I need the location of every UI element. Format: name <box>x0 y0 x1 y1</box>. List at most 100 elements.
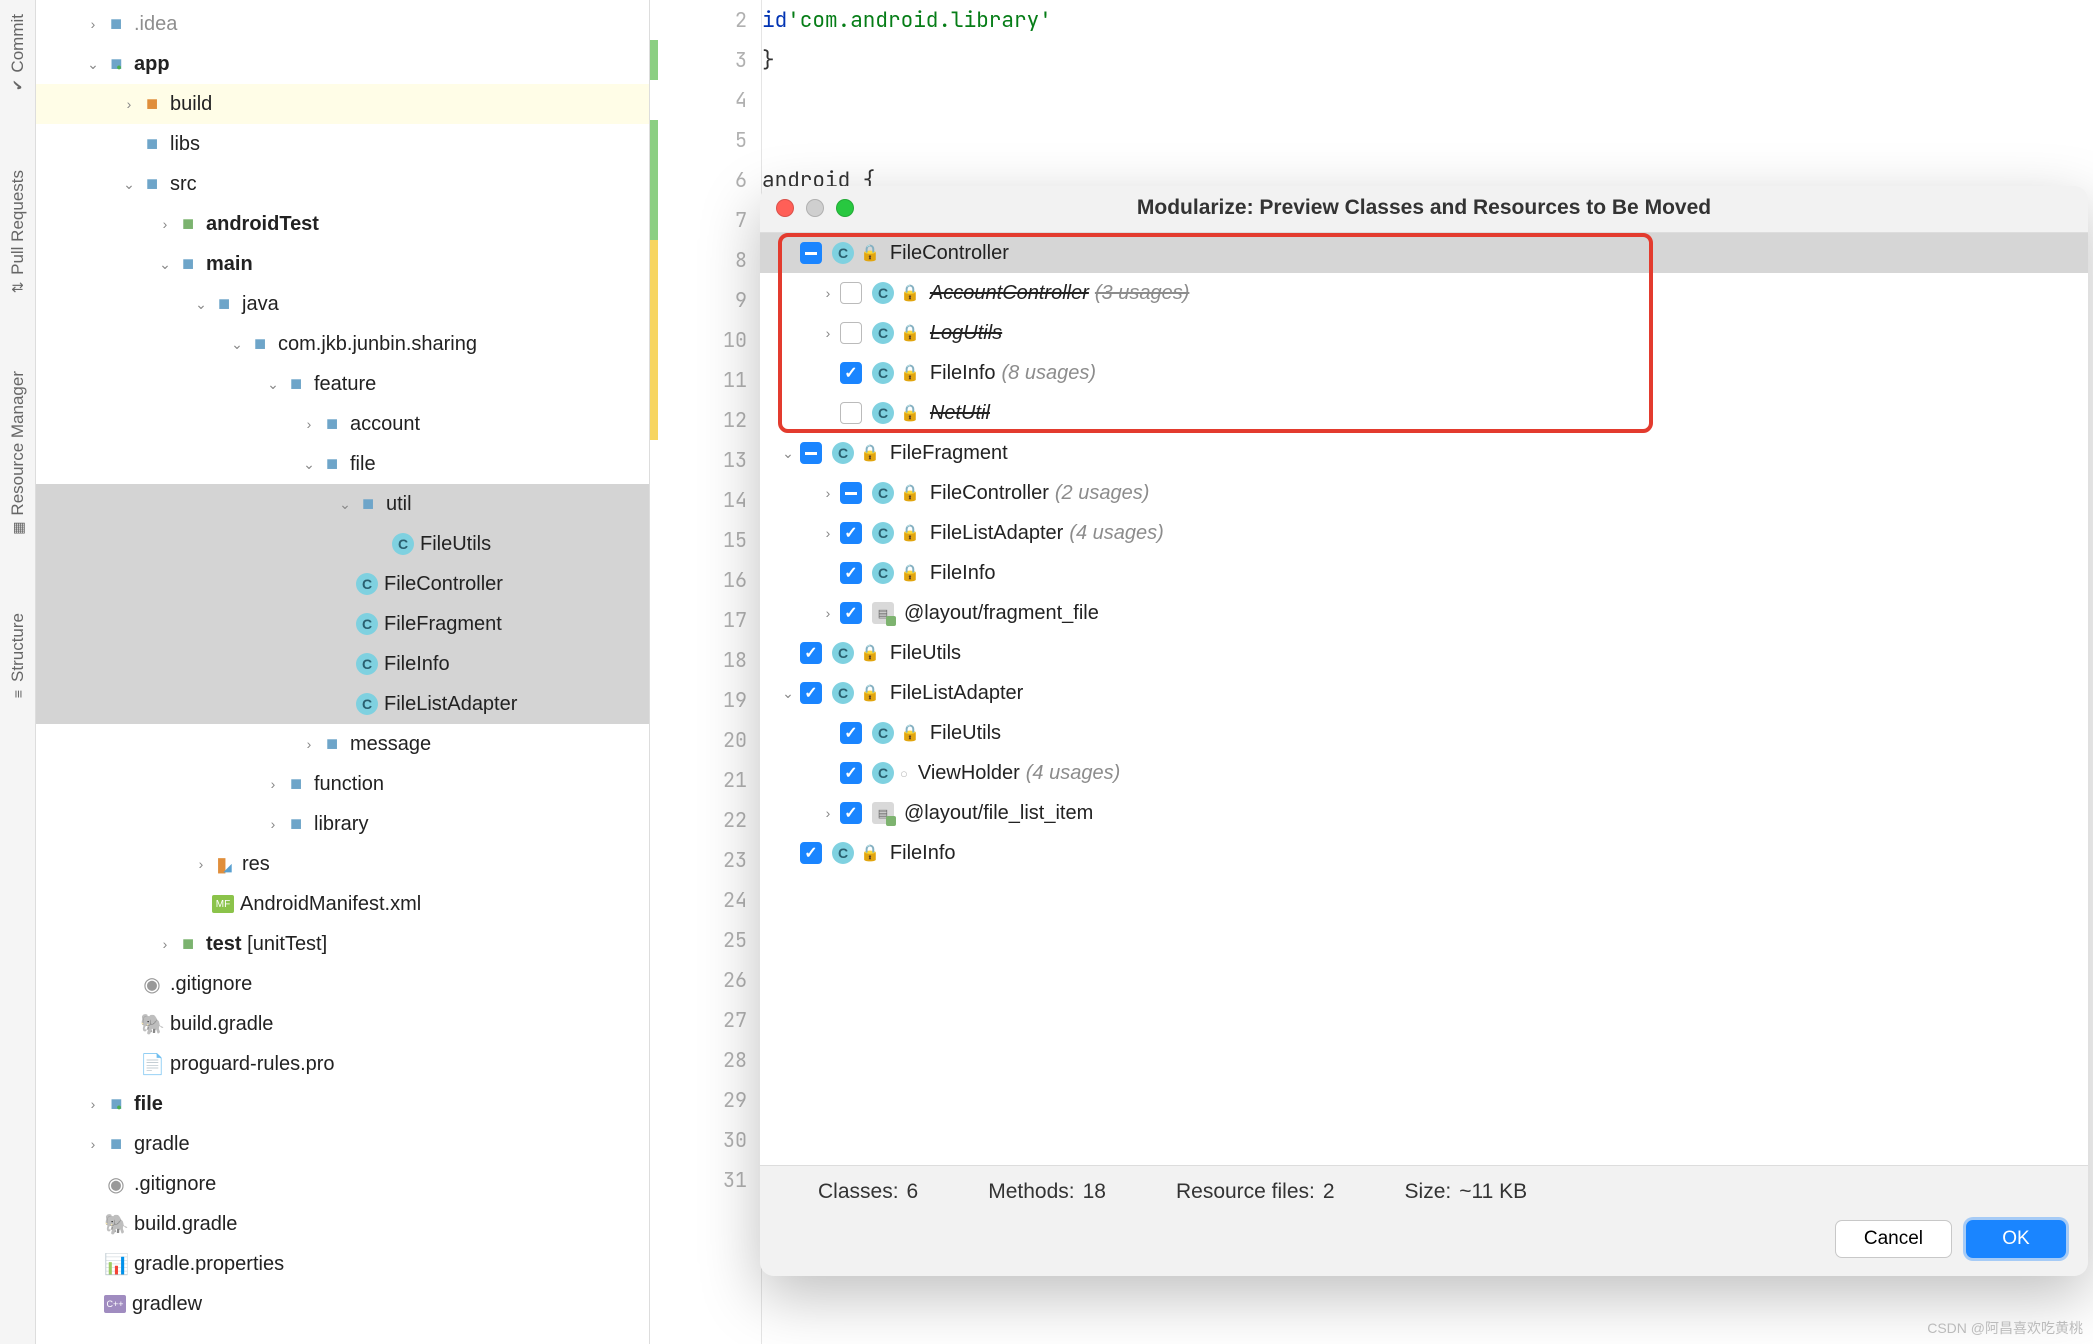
expand-icon[interactable]: ⌄ <box>298 456 320 473</box>
gutter-line[interactable]: 27 <box>723 1000 747 1040</box>
dialog-row[interactable]: ›✓▤@layout/fragment_file <box>760 593 2088 633</box>
tree-row[interactable]: ◉.gitignore <box>36 964 649 1004</box>
gutter-line[interactable]: 20 <box>723 720 747 760</box>
tree-row[interactable]: ◉.gitignore <box>36 1164 649 1204</box>
expand-icon[interactable]: › <box>154 936 176 952</box>
tree-row[interactable]: ■libs <box>36 124 649 164</box>
expand-icon[interactable]: › <box>298 416 320 432</box>
tab-pull-requests[interactable]: ⇅Pull Requests <box>5 162 31 304</box>
expand-icon[interactable]: › <box>262 776 284 792</box>
checkbox[interactable]: ✓ <box>840 522 862 544</box>
tree-row[interactable]: C++gradlew <box>36 1284 649 1324</box>
checkbox[interactable] <box>840 402 862 424</box>
expand-icon[interactable]: ⌄ <box>334 496 356 513</box>
tree-row[interactable]: ⌄■main <box>36 244 649 284</box>
expand-icon[interactable]: ⌄ <box>776 685 800 702</box>
project-tree[interactable]: ›■.idea⌄■●app›■build■libs⌄■src›■androidT… <box>36 0 650 1344</box>
tree-row[interactable]: ⌄■java <box>36 284 649 324</box>
tree-row[interactable]: 🐘build.gradle <box>36 1204 649 1244</box>
gutter-line[interactable]: 28 <box>723 1040 747 1080</box>
checkbox[interactable]: ✓ <box>840 562 862 584</box>
tree-row[interactable]: CFileController <box>36 564 649 604</box>
expand-icon[interactable]: › <box>816 525 840 541</box>
tree-row[interactable]: 📄proguard-rules.pro <box>36 1044 649 1084</box>
expand-icon[interactable]: › <box>298 736 320 752</box>
gutter-line[interactable]: 2 <box>735 0 747 40</box>
tree-row[interactable]: ›■account <box>36 404 649 444</box>
tree-row[interactable]: MFAndroidManifest.xml <box>36 884 649 924</box>
gutter-line[interactable]: 6 <box>735 160 747 200</box>
gutter-line[interactable]: 5 <box>735 120 747 160</box>
gutter-line[interactable]: 30 <box>723 1120 747 1160</box>
checkbox[interactable] <box>800 442 822 464</box>
dialog-tree[interactable]: C🔒FileController›C🔒AccountController(3 u… <box>760 232 2088 1165</box>
gutter-line[interactable]: 26 <box>723 960 747 1000</box>
checkbox[interactable]: ✓ <box>800 682 822 704</box>
expand-icon[interactable]: › <box>816 605 840 621</box>
tree-row[interactable]: ›■●file <box>36 1084 649 1124</box>
checkbox[interactable]: ✓ <box>840 362 862 384</box>
gutter-line[interactable]: 22 <box>723 800 747 840</box>
tree-row[interactable]: CFileInfo <box>36 644 649 684</box>
gutter-line[interactable]: 10 <box>723 320 747 360</box>
dialog-row[interactable]: C🔒NetUtil <box>760 393 2088 433</box>
dialog-row[interactable]: ›✓▤@layout/file_list_item <box>760 793 2088 833</box>
tree-row[interactable]: ⌄■com.jkb.junbin.sharing <box>36 324 649 364</box>
expand-icon[interactable]: ⌄ <box>154 256 176 273</box>
tree-row[interactable]: ›▮◢res <box>36 844 649 884</box>
gutter-line[interactable]: 24 <box>723 880 747 920</box>
tree-row[interactable]: 🐘build.gradle <box>36 1004 649 1044</box>
tree-row[interactable]: ⌄■util <box>36 484 649 524</box>
gutter-line[interactable]: 8 <box>735 240 747 280</box>
gutter-line[interactable]: 31 <box>723 1160 747 1200</box>
expand-icon[interactable]: ⌄ <box>262 376 284 393</box>
expand-icon[interactable]: › <box>816 285 840 301</box>
gutter-line[interactable]: 21 <box>723 760 747 800</box>
tree-row[interactable]: ›■build <box>36 84 649 124</box>
gutter-line[interactable]: 12 <box>723 400 747 440</box>
expand-icon[interactable]: › <box>82 16 104 32</box>
tab-commit[interactable]: ✔Commit <box>5 6 31 102</box>
tree-row[interactable]: 📊gradle.properties <box>36 1244 649 1284</box>
expand-icon[interactable]: ⌄ <box>82 56 104 73</box>
expand-icon[interactable]: › <box>190 856 212 872</box>
dialog-titlebar[interactable]: Modularize: Preview Classes and Resource… <box>760 186 2088 230</box>
dialog-row[interactable]: C🔒FileController <box>760 233 2088 273</box>
gutter-line[interactable]: 23 <box>723 840 747 880</box>
dialog-row[interactable]: ✓C🔒FileUtils <box>760 713 2088 753</box>
expand-icon[interactable]: ⌄ <box>190 296 212 313</box>
dialog-row[interactable]: ✓C🔒FileInfo <box>760 833 2088 873</box>
dialog-row[interactable]: ›C🔒FileController(2 usages) <box>760 473 2088 513</box>
tree-row[interactable]: CFileListAdapter <box>36 684 649 724</box>
expand-icon[interactable]: › <box>82 1096 104 1112</box>
tab-resource-manager[interactable]: ▦Resource Manager <box>5 363 31 545</box>
dialog-row[interactable]: ✓C🔒FileInfo <box>760 553 2088 593</box>
dialog-row[interactable]: ✓C○ViewHolder(4 usages) <box>760 753 2088 793</box>
code-area[interactable]: id 'com.android.library' } android { <box>762 0 1052 200</box>
gutter-line[interactable]: 17 <box>723 600 747 640</box>
checkbox[interactable] <box>800 242 822 264</box>
tree-row[interactable]: ⌄■feature <box>36 364 649 404</box>
dialog-row[interactable]: ›✓C🔒FileListAdapter(4 usages) <box>760 513 2088 553</box>
dialog-row[interactable]: ›C🔒AccountController(3 usages) <box>760 273 2088 313</box>
checkbox[interactable] <box>840 482 862 504</box>
expand-icon[interactable]: › <box>816 805 840 821</box>
checkbox[interactable] <box>840 282 862 304</box>
gutter-line[interactable]: 19 <box>723 680 747 720</box>
checkbox[interactable]: ✓ <box>840 722 862 744</box>
gutter-line[interactable]: 29 <box>723 1080 747 1120</box>
tree-row[interactable]: ›■test [unitTest] <box>36 924 649 964</box>
tree-row[interactable]: CFileFragment <box>36 604 649 644</box>
ok-button[interactable]: OK <box>1966 1220 2066 1258</box>
expand-icon[interactable]: › <box>816 325 840 341</box>
gutter-line[interactable]: 13 <box>723 440 747 480</box>
gutter-line[interactable]: 11 <box>723 360 747 400</box>
expand-icon[interactable]: ⌄ <box>226 336 248 353</box>
gutter-line[interactable]: 18 <box>723 640 747 680</box>
expand-icon[interactable]: ⌄ <box>776 445 800 462</box>
checkbox[interactable] <box>840 322 862 344</box>
dialog-row[interactable]: ✓C🔒FileUtils <box>760 633 2088 673</box>
tree-row[interactable]: ›■.idea <box>36 4 649 44</box>
tree-row[interactable]: CFileUtils <box>36 524 649 564</box>
tree-row[interactable]: ›■androidTest <box>36 204 649 244</box>
